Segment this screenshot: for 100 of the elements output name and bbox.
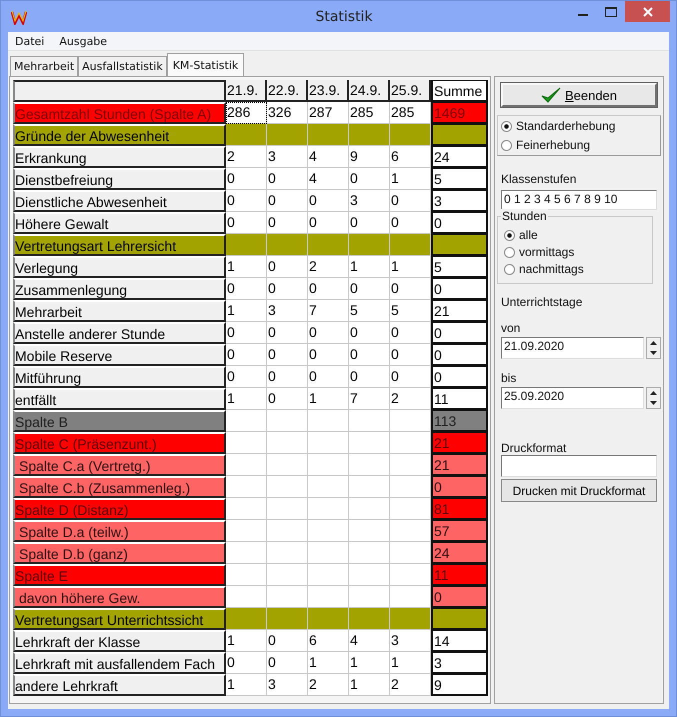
sum-cell: 21: [431, 454, 488, 476]
table-cell: [349, 124, 390, 146]
spin-buttons[interactable]: [646, 387, 661, 409]
table-cell: 0: [267, 168, 308, 190]
table-cell: 0: [267, 278, 308, 300]
row-label: Zusammenlegung: [13, 278, 226, 300]
table-cell: [390, 124, 431, 146]
table-cell: [226, 234, 267, 256]
table-cell: 9: [349, 146, 390, 168]
table-cell: 0: [349, 212, 390, 234]
table-cell: [349, 542, 390, 564]
menu-item[interactable]: Datei: [8, 34, 52, 48]
up-arrow-icon: [650, 391, 657, 395]
table-cell: 0: [308, 212, 349, 234]
radio-option[interactable]: nachmittags: [504, 261, 652, 277]
input-field[interactable]: 0 1 2 3 4 5 6 7 8 9 10: [501, 190, 657, 210]
table-cell: 0: [390, 344, 431, 366]
radio-button[interactable]: [501, 120, 512, 132]
table-cell: 1: [390, 652, 431, 674]
column-header: 21.9.: [226, 80, 267, 102]
group-title: Stunden: [501, 209, 548, 223]
sum-cell: 57: [431, 520, 488, 542]
table-cell: [308, 432, 349, 454]
table-cell: 0: [226, 322, 267, 344]
checkmark-icon: [540, 87, 561, 103]
spin-buttons[interactable]: [646, 337, 661, 359]
table-cell: [226, 476, 267, 498]
row-label: Anstelle anderer Stunde: [13, 322, 226, 344]
table-cell: [267, 608, 308, 630]
field-label: Klassenstufen: [501, 172, 578, 186]
sum-cell: 3: [431, 652, 488, 674]
table-cell: [349, 410, 390, 432]
table-cell: 0: [390, 212, 431, 234]
table-cell: 0: [226, 366, 267, 388]
sum-cell: 0: [431, 586, 488, 608]
minimize-icon: [578, 14, 588, 16]
radio-button[interactable]: [501, 140, 512, 150]
table-cell: 0: [390, 322, 431, 344]
table-cell: [226, 520, 267, 542]
sum-cell: 0: [431, 278, 488, 300]
table-cell: 3: [267, 674, 308, 696]
radio-button[interactable]: [504, 230, 515, 240]
table-cell: 6: [308, 630, 349, 652]
table-cell: 1: [308, 652, 349, 674]
sum-cell: 3: [431, 190, 488, 212]
sum-cell: [431, 234, 488, 256]
radio-option[interactable]: Feinerhebung: [501, 137, 658, 153]
table-cell: 0: [226, 344, 267, 366]
menu-item[interactable]: Ausgabe: [52, 34, 116, 48]
tab[interactable]: Mehrarbeit: [10, 56, 78, 76]
radio-option[interactable]: vormittags: [504, 244, 652, 260]
sum-cell: 11: [431, 564, 488, 586]
table-cell: [308, 586, 349, 608]
row-label: Vertretungsart Lehrersicht: [13, 234, 226, 256]
table-cell: [349, 498, 390, 520]
row-label: Erkrankung: [13, 146, 226, 168]
table-cell: [349, 432, 390, 454]
table-cell: [390, 476, 431, 498]
radio-button[interactable]: [504, 246, 515, 258]
radio-button[interactable]: [504, 264, 515, 274]
row-label: Gesamtzahl Stunden (Spalte A): [13, 102, 226, 124]
table-cell: [308, 564, 349, 586]
column-header: Summe: [431, 80, 488, 102]
radio-option[interactable]: Standarderhebung: [501, 118, 658, 134]
table-cell: 1: [226, 630, 267, 652]
table-cell: 1: [226, 300, 267, 322]
table-cell: 4: [308, 146, 349, 168]
tab[interactable]: KM-Statistik: [166, 53, 244, 76]
table-cell: 0: [349, 322, 390, 344]
down-arrow-icon: [650, 401, 657, 405]
print-button[interactable]: Drucken mit Druckformat: [501, 479, 657, 502]
row-label: Mitführung: [13, 366, 226, 388]
table-cell: 1: [349, 256, 390, 278]
table-cell: 1: [226, 674, 267, 696]
table-cell: 0: [308, 344, 349, 366]
sum-cell: 1469: [431, 102, 488, 124]
row-label: Spalte E: [13, 564, 226, 586]
sum-cell: 14: [431, 630, 488, 652]
table-cell: 4: [308, 168, 349, 190]
sum-cell: 21: [431, 432, 488, 454]
app-icon: [11, 8, 27, 24]
sum-cell: 0: [431, 212, 488, 234]
table-cell: [390, 586, 431, 608]
column-header: 23.9.: [308, 80, 349, 102]
column-header: 25.9.: [390, 80, 431, 102]
table-cell: 0: [226, 652, 267, 674]
tab[interactable]: Ausfallstatistik: [78, 56, 167, 76]
row-label: Spalte C.a (Vertretg.): [13, 454, 226, 476]
table-cell: [390, 542, 431, 564]
table-cell: [267, 476, 308, 498]
row-label: Spalte D.b (ganz): [13, 542, 226, 564]
date-field[interactable]: 25.09.2020: [501, 387, 644, 409]
close-button[interactable]: [625, 1, 670, 22]
input-field[interactable]: [501, 455, 657, 477]
radio-option[interactable]: alle: [504, 227, 652, 243]
close-button[interactable]: Beenden: [501, 83, 657, 107]
window-title: Statistik: [314, 8, 374, 24]
sum-cell: 9: [431, 674, 488, 696]
date-field[interactable]: 21.09.2020: [501, 337, 644, 359]
sum-cell: [431, 124, 488, 146]
